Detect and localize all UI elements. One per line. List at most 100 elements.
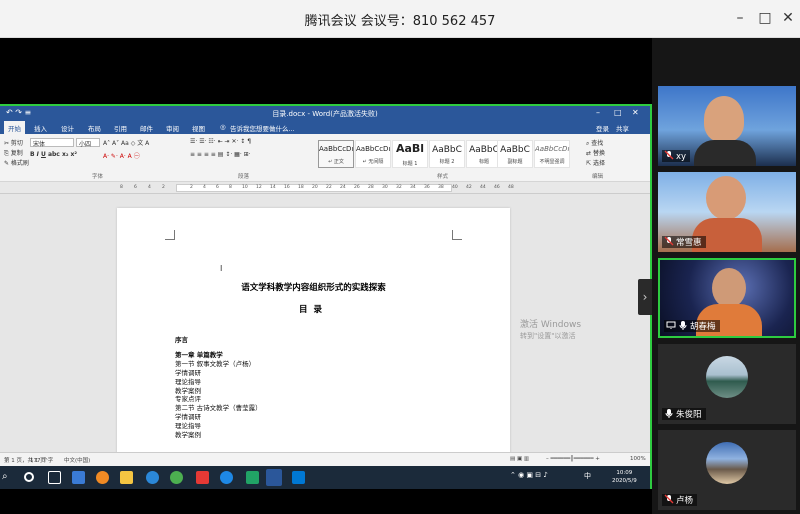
system-tray-icons[interactable]: ⌃ ◉ ▣ ⊟ ♪ [510, 471, 548, 484]
word-close-icon[interactable]: ✕ [632, 108, 639, 117]
style-subtle-emphasis[interactable]: AaBbCcDı 不明显强调 [534, 140, 570, 168]
list-icons[interactable]: ☰· ☰· ☷· ⇤ ⇥ ✕· ↕ ¶ [190, 138, 251, 145]
font-name-select[interactable]: 宋体 [30, 138, 74, 148]
text-color-icon[interactable]: A· ✎· A· A ㊀ [103, 151, 140, 160]
select-icon[interactable]: ⇱ 选择 [586, 158, 605, 167]
style-heading-2[interactable]: AaBbC 标题 2 [429, 140, 465, 168]
margin-corner-tl [165, 230, 175, 240]
format-painter-icon[interactable]: ✎ 格式刷 [4, 158, 29, 167]
toc-item: 第一章 单篇教学 [175, 350, 223, 359]
align-icons[interactable]: ≡ ≡ ≡ ≡ ▤ ↕· ▦· ⊞· [190, 151, 251, 158]
screen-share-icon [666, 321, 676, 329]
toc-item: 学情调研 [175, 413, 201, 422]
status-language[interactable]: 中文(中国) [64, 456, 90, 464]
app-icon-orange[interactable] [96, 471, 109, 484]
maximize-button[interactable]: □ [755, 9, 775, 27]
toc-item: 第一节 叙事文教学（卢杨） [175, 359, 256, 368]
word-maximize-icon[interactable]: □ [614, 108, 622, 117]
tab-references[interactable]: 引用 [114, 123, 127, 133]
tencent-meeting-taskbar-icon[interactable] [292, 471, 305, 484]
status-zoom[interactable]: 100% [630, 456, 646, 462]
view-mode-icons[interactable]: ▤ ▣ ▥ [510, 456, 529, 462]
mic-muted-icon [664, 150, 674, 160]
avatar [706, 442, 748, 484]
format-buttons[interactable]: B I U abc x₂ x² [30, 151, 77, 158]
taskbar-clock[interactable]: 10:09 2020/5/9 [612, 469, 637, 485]
word-taskbar-icon[interactable] [266, 469, 282, 486]
style-no-spacing[interactable]: AaBbCcDı ↵ 无间隔 [355, 140, 391, 168]
avatar [706, 356, 748, 398]
media-player-icon[interactable] [196, 471, 209, 484]
copy-icon[interactable]: ⎘ 复制 [4, 148, 23, 158]
participant-video [704, 96, 744, 142]
ruler[interactable]: 8 6 4 2 2 4 6 8 10 12 14 16 18 20 22 24 … [0, 182, 650, 194]
tab-review[interactable]: 审阅 [166, 123, 179, 133]
collapse-panel-toggle[interactable]: › [638, 279, 652, 315]
mic-muted-icon [664, 236, 674, 246]
participant-name: 胡春梅 [664, 320, 720, 332]
participant-tile[interactable]: 常雪惠 [658, 172, 796, 252]
toc-item: 专家点评 [175, 395, 201, 404]
paste-icon[interactable]: ✂ 剪切 [4, 138, 23, 147]
task-view-icon[interactable] [48, 471, 61, 484]
store-icon[interactable] [72, 471, 85, 484]
tab-insert[interactable]: 插入 [34, 123, 47, 133]
mic-icon [679, 321, 687, 330]
file-explorer-icon[interactable] [120, 471, 133, 484]
meeting-app-icon[interactable] [220, 471, 233, 484]
tab-layout[interactable]: 布局 [88, 123, 101, 133]
document-page[interactable]: I 语文学科教学内容组织形式的实践探索 目录 序言 第一章 单篇教学 第一节 叙… [117, 208, 510, 466]
search-icon[interactable]: ⌕ [2, 471, 15, 484]
group-styles-label: 样式 [437, 174, 449, 180]
lightbulb-icon: ◎ [220, 123, 226, 131]
font-grow-icon[interactable]: A˄ A˅ Aa ◇ 文 A [103, 138, 149, 147]
participant-name: 常雪惠 [662, 236, 706, 248]
ribbon-tabs: 开始 插入 设计 布局 引用 邮件 审阅 视图 ◎ 告诉我您想要做什么... 登… [0, 120, 650, 134]
participant-tile[interactable]: 朱俊阳 [658, 344, 796, 424]
share-button[interactable]: 共享 [616, 123, 629, 133]
tab-view[interactable]: 视图 [192, 123, 205, 133]
tell-me-search[interactable]: 告诉我您想要做什么... [230, 123, 295, 133]
toc-item: 教学案例 [175, 431, 201, 440]
tab-home[interactable]: 开始 [4, 121, 25, 134]
participant-tile[interactable]: xy [658, 86, 796, 166]
participant-name: xy [662, 150, 691, 162]
margin-corner-tr [452, 230, 462, 240]
find-icon[interactable]: ⌕ 查找 [586, 138, 603, 148]
participant-video [712, 268, 746, 308]
group-editing-label: 编辑 [592, 174, 604, 180]
toc-item: 理论指导 [175, 422, 201, 431]
document-subtitle: 目录 [298, 305, 328, 315]
zoom-slider[interactable]: – ━━━━━━┃━━━━━━ + [546, 456, 600, 462]
word-titlebar: ↶ ↷ ≡ 目录.docx - Word(产品激活失败) – □ ✕ [0, 106, 650, 120]
wechat-icon[interactable] [246, 471, 259, 484]
tab-mailings[interactable]: 邮件 [140, 123, 153, 133]
toc-item: 学情调研 [175, 368, 201, 377]
style-heading-1[interactable]: AaBl 标题 1 [392, 140, 428, 168]
replace-icon[interactable]: ⇄ 替换 [586, 148, 605, 157]
word-window: ↶ ↷ ≡ 目录.docx - Word(产品激活失败) – □ ✕ 开始 插入… [0, 106, 650, 466]
windows-activation-watermark: 激活 Windows 转到"设置"以激活 [520, 320, 582, 340]
mic-icon [665, 409, 673, 418]
style-subtitle[interactable]: AaBbC 副标题 [497, 140, 533, 168]
status-words[interactable]: 177 个字 [30, 456, 53, 464]
ime-indicator[interactable]: 中 [584, 471, 591, 484]
windows-taskbar: ⌕ ⌃ ◉ ▣ ⊟ ♪ 中 10:09 2020/5/9 [0, 466, 650, 489]
document-title: 语文学科教学内容组织形式的实践探索 [241, 283, 386, 293]
participant-video [706, 176, 746, 220]
meeting-titlebar: 腾讯会议 会议号：810 562 457 – □ ✕ [0, 0, 800, 38]
font-size-select[interactable]: 小四 [76, 138, 100, 148]
participant-tile[interactable]: 卢杨 [658, 430, 796, 510]
signin-link[interactable]: 登录 [596, 123, 609, 133]
tab-design[interactable]: 设计 [61, 123, 74, 133]
minimize-button[interactable]: – [730, 9, 750, 27]
edge-icon[interactable] [146, 471, 159, 484]
style-normal[interactable]: AaBbCcDı ↵ 正文 [318, 140, 354, 168]
cortana-icon[interactable] [24, 472, 34, 482]
close-button[interactable]: ✕ [778, 9, 798, 27]
word-window-title: 目录.docx - Word(产品激活失败) [272, 110, 378, 118]
participant-tile-active[interactable]: 胡春梅 [658, 258, 796, 338]
group-font-label: 字体 [92, 174, 104, 180]
word-minimize-icon[interactable]: – [596, 108, 600, 117]
browser-icon[interactable] [170, 471, 183, 484]
